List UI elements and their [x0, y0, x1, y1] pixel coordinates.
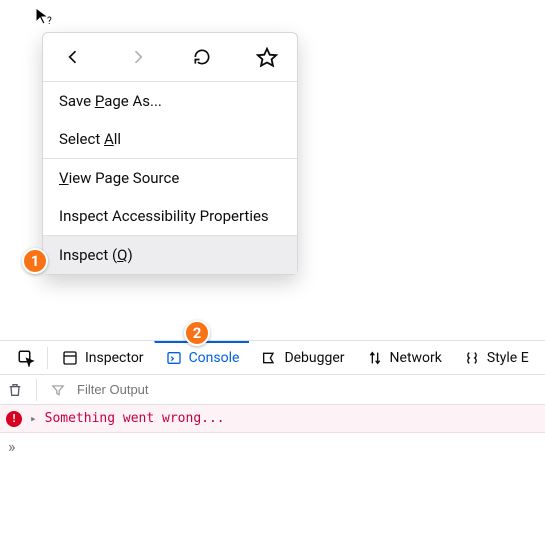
tab-label: Debugger [284, 350, 344, 366]
menu-text: Inspect Accessibility Properties [59, 207, 269, 225]
menu-text: ) [127, 246, 132, 264]
error-icon: ! [6, 411, 22, 427]
expand-caret-icon[interactable]: ▸ [30, 412, 37, 425]
annotation-badge-2: 2 [184, 320, 210, 346]
network-icon [366, 349, 384, 367]
menu-item-view-page-source[interactable]: View Page Source [43, 159, 297, 197]
tab-label: Console [189, 350, 240, 366]
console-icon [165, 349, 183, 367]
menu-text: iew Page Source [69, 169, 180, 187]
tab-label: Style E [487, 350, 529, 366]
reload-icon[interactable] [188, 43, 216, 71]
toolbar-divider [36, 379, 37, 401]
console-filter-row [0, 375, 545, 405]
inspector-icon [61, 349, 79, 367]
tab-inspector[interactable]: Inspector [50, 341, 154, 374]
menu-text-underline: A [104, 130, 114, 148]
trash-icon[interactable] [6, 381, 24, 399]
console-error-row[interactable]: ! ▸ Something went wrong... [0, 405, 545, 433]
menu-item-inspect-accessibility[interactable]: Inspect Accessibility Properties [43, 197, 297, 235]
forward-icon [124, 43, 152, 71]
context-menu: Save Page As... Select All View Page Sou… [42, 32, 298, 275]
tab-console[interactable]: Console [154, 341, 250, 374]
menu-item-select-all[interactable]: Select All [43, 120, 297, 158]
menu-text: ll [114, 130, 121, 148]
debugger-icon [260, 349, 278, 367]
element-picker-icon [17, 349, 35, 367]
element-picker-button[interactable] [6, 341, 45, 374]
menu-item-inspect[interactable]: Inspect (Q) [43, 236, 297, 274]
menu-text: Select [59, 130, 104, 148]
menu-item-save-page-as[interactable]: Save Page As... [43, 82, 297, 120]
tab-network[interactable]: Network [355, 341, 452, 374]
star-icon[interactable] [253, 43, 281, 71]
menu-text: age As... [104, 92, 162, 110]
devtools-toolbar: Inspector Console Debugger Network Style… [0, 341, 545, 375]
toolbar-divider [47, 347, 48, 369]
console-prompt[interactable]: » [0, 433, 545, 460]
tab-style-editor[interactable]: Style E [452, 341, 539, 374]
svg-text:?: ? [47, 16, 52, 26]
menu-text-underline: V [59, 169, 69, 187]
cursor-pointer-help-icon: ? [34, 6, 52, 24]
style-editor-icon [463, 349, 481, 367]
annotation-badge-1: 1 [22, 248, 48, 274]
tab-debugger[interactable]: Debugger [249, 341, 354, 374]
menu-text-underline: Q [117, 246, 127, 264]
devtools-panel: Inspector Console Debugger Network Style… [0, 340, 545, 460]
menu-text-underline: P [95, 92, 104, 110]
filter-output-input[interactable] [77, 382, 539, 397]
back-icon[interactable] [59, 43, 87, 71]
tab-label: Network [390, 350, 442, 366]
prompt-chevron-icon: » [8, 437, 16, 456]
tab-label: Inspector [85, 350, 144, 366]
funnel-icon [49, 381, 67, 399]
context-menu-nav-row [43, 39, 297, 81]
console-error-message: Something went wrong... [45, 411, 225, 426]
menu-text: Inspect ( [59, 246, 117, 264]
menu-text: Save [59, 92, 95, 110]
